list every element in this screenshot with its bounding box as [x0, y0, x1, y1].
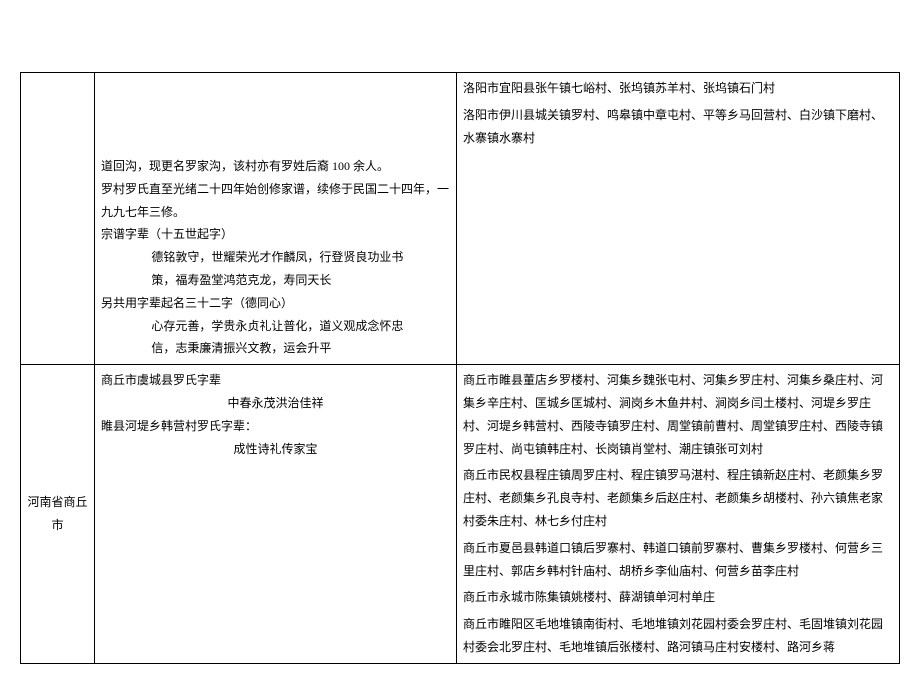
region-label-1	[21, 215, 94, 223]
cell-villages-1: 洛阳市宜阳县张午镇七峪村、张坞镇苏羊村、张坞镇石门村 洛阳市伊川县城关镇罗村、鸣…	[457, 73, 900, 365]
text-line: 商丘市睢县董店乡罗楼村、河集乡魏张屯村、河集乡罗庄村、河集乡桑庄村、河集乡辛庄村…	[463, 369, 893, 460]
text-line: 心存元善，学贵永贞礼让普化，道义观成念怀忠	[151, 315, 450, 338]
cell-villages-2: 商丘市睢县董店乡罗楼村、河集乡魏张屯村、河集乡罗庄村、河集乡桑庄村、河集乡辛庄村…	[457, 365, 900, 664]
cell-genealogy-1: 道回沟，现更名罗家沟，该村亦有罗姓后裔 100 余人。 罗村罗氏直至光绪二十四年…	[95, 73, 457, 365]
text-line: 商丘市民权县程庄镇周罗庄村、程庄镇罗马湛村、程庄镇新赵庄村、老颜集乡罗庄村、老颜…	[463, 464, 893, 532]
text-line: 另共用字辈起名三十二字（德同心）	[101, 292, 450, 315]
text-line: 商丘市虞城县罗氏字辈	[101, 369, 450, 392]
text-line: 商丘市睢阳区毛地堆镇南街村、毛地堆镇刘花园村委会罗庄村、毛固堆镇刘花园村委会北罗…	[463, 613, 893, 659]
text-line: 道回沟，现更名罗家沟，该村亦有罗姓后裔 100 余人。	[101, 155, 450, 178]
text-line: 洛阳市宜阳县张午镇七峪村、张坞镇苏羊村、张坞镇石门村	[463, 77, 893, 100]
text-line: 信，志秉廉清振兴文教，运会升平	[151, 337, 450, 360]
text-line: 成性诗礼传家宝	[101, 438, 450, 461]
region-label-2: 河南省商丘市	[21, 487, 94, 541]
cell-genealogy-2: 商丘市虞城县罗氏字辈 中春永茂洪治佳祥 睢县河堤乡韩营村罗氏字辈： 成性诗礼传家…	[95, 365, 457, 664]
text-line: 罗村罗氏直至光绪二十四年始创修家谱，续修于民国二十四年，一九九七年三修。	[101, 178, 450, 224]
text-line: 策，福寿盈堂鸿范克龙，寿同天长	[151, 269, 450, 292]
cell-region-1	[21, 73, 95, 365]
text-line: 睢县河堤乡韩营村罗氏字辈：	[101, 415, 450, 438]
text-line: 商丘市夏邑县韩道口镇后罗寨村、韩道口镇前罗寨村、曹集乡罗楼村、何营乡三里庄村、郭…	[463, 537, 893, 583]
table-row: 道回沟，现更名罗家沟，该村亦有罗姓后裔 100 余人。 罗村罗氏直至光绪二十四年…	[21, 73, 900, 365]
cell-region-2: 河南省商丘市	[21, 365, 95, 664]
text-line: 德铭敦守，世耀荣光才作麟凤，行登贤良功业书	[151, 246, 450, 269]
text-line: 洛阳市伊川县城关镇罗村、鸣皋镇中章屯村、平等乡马回营村、白沙镇下磨村、水寨镇水寨…	[463, 104, 893, 150]
text-line: 中春永茂洪治佳祥	[101, 392, 450, 415]
genealogy-table: 道回沟，现更名罗家沟，该村亦有罗姓后裔 100 余人。 罗村罗氏直至光绪二十四年…	[20, 72, 900, 664]
table-row: 河南省商丘市 商丘市虞城县罗氏字辈 中春永茂洪治佳祥 睢县河堤乡韩营村罗氏字辈：…	[21, 365, 900, 664]
text-line: 宗谱字辈（十五世起字）	[101, 223, 450, 246]
text-line: 商丘市永城市陈集镇姚楼村、薛湖镇单河村单庄	[463, 586, 893, 609]
